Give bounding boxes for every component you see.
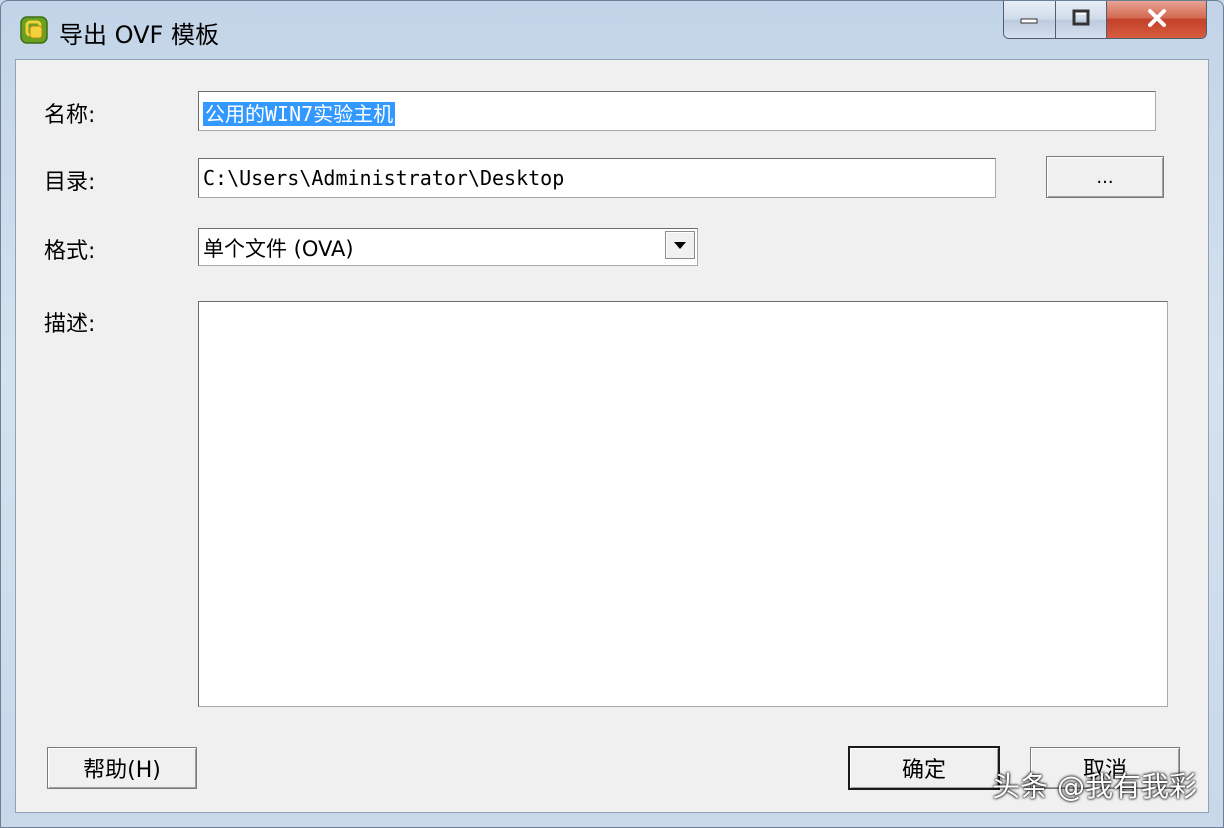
minimize-icon [1019,10,1039,29]
vsphere-app-icon [19,15,49,45]
title-bar[interactable]: 导出 OVF 模板 [1,1,1223,59]
maximize-button[interactable] [1055,1,1107,38]
description-textarea[interactable] [198,301,1168,707]
ok-button[interactable]: 确定 [848,746,1000,790]
description-label: 描述: [44,312,96,337]
format-select-value: 单个文件 (OVA) [203,237,354,261]
help-button-label: 帮助(H) [83,758,161,783]
name-input-value: 公用的WIN7实验主机 [203,102,396,126]
chevron-down-icon[interactable] [665,231,695,259]
format-select[interactable]: 单个文件 (OVA) [198,228,698,266]
close-icon [1146,8,1168,32]
close-button[interactable] [1107,1,1206,38]
directory-label: 目录: [44,170,96,195]
help-button[interactable]: 帮助(H) [47,747,197,789]
window-controls [1003,1,1207,39]
name-label: 名称: [44,103,96,128]
watermark: 头条 @我有我彩 [992,770,1197,803]
name-input[interactable]: 公用的WIN7实验主机 [198,91,1156,131]
ok-button-label: 确定 [901,758,946,783]
dialog-body: 名称: 公用的WIN7实验主机 目录: C:\Users\Administrat… [15,59,1209,813]
browse-button[interactable]: ... [1046,156,1164,198]
maximize-icon [1071,9,1091,31]
directory-input-value: C:\Users\Administrator\Desktop [203,166,565,190]
directory-input[interactable]: C:\Users\Administrator\Desktop [198,158,996,198]
format-label: 格式: [44,239,96,264]
export-ovf-dialog: 导出 OVF 模板 名称: 公用的WIN7实验主机 目录: C:\Users\A… [0,0,1224,828]
minimize-button[interactable] [1004,1,1056,38]
window-title: 导出 OVF 模板 [59,21,219,49]
browse-button-label: ... [1096,166,1114,188]
